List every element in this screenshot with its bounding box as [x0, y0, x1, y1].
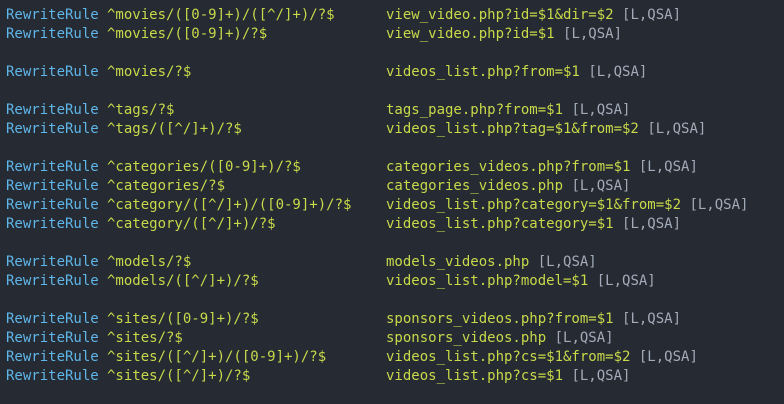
- directive-keyword: RewriteRule: [6, 121, 99, 137]
- rewrite-rule-line[interactable]: RewriteRule ^tags/?$ tags_page.php?from=$1…: [0, 101, 784, 120]
- directive-keyword: RewriteRule: [6, 368, 99, 384]
- rule-target-url: videos_list.php?cs=$1: [386, 368, 564, 384]
- rule-target-url: tags_page.php?from=$1: [386, 102, 564, 118]
- rule-target: categories_videos.php [L,QSA]: [386, 177, 630, 196]
- rule-flags: [L,QSA]: [571, 178, 631, 194]
- rule-pattern: ^categories/?$: [107, 178, 226, 194]
- directive-keyword: RewriteRule: [6, 273, 99, 289]
- rule-target: videos_list.php?cs=$1&from=$2 [L,QSA]: [386, 348, 698, 367]
- directive-keyword: RewriteRule: [6, 159, 99, 175]
- rule-target-url: sponsors_videos.php: [386, 330, 547, 346]
- rule-pattern: ^movies/([0-9]+)/([^/]+)/?$: [107, 7, 335, 23]
- rule-target-url: videos_list.php?category=$1&from=$2: [386, 197, 682, 213]
- rule-pattern: ^sites/([^/]+)/([0-9]+)/?$: [107, 349, 327, 365]
- rule-flags: [L,QSA]: [689, 197, 749, 213]
- directive-keyword: RewriteRule: [6, 26, 99, 42]
- blank-line[interactable]: [0, 139, 784, 158]
- rule-flags: [L,QSA]: [537, 254, 597, 270]
- rule-target: videos_list.php?tag=$1&from=$2 [L,QSA]: [386, 120, 706, 139]
- directive-keyword: RewriteRule: [6, 102, 99, 118]
- directive-keyword: RewriteRule: [6, 216, 99, 232]
- rule-flags: [L,QSA]: [622, 311, 682, 327]
- rewrite-rule-line[interactable]: RewriteRule ^sites/([^/]+)/([0-9]+)/?$ vid…: [0, 348, 784, 367]
- rule-pattern: ^sites/([0-9]+)/?$: [107, 311, 259, 327]
- rule-target-url: categories_videos.php?from=$1: [386, 159, 631, 175]
- rule-flags: [L,QSA]: [571, 102, 631, 118]
- rule-flags: [L,QSA]: [588, 64, 648, 80]
- rule-pattern: ^movies/([0-9]+)/?$: [107, 26, 268, 42]
- rule-target-url: view_video.php?id=$1: [386, 26, 555, 42]
- rule-pattern: ^models/?$: [107, 254, 192, 270]
- blank-line[interactable]: [0, 291, 784, 310]
- rule-flags: [L,QSA]: [638, 159, 698, 175]
- rule-target: view_video.php?id=$1 [L,QSA]: [386, 25, 622, 44]
- rule-target: models_videos.php [L,QSA]: [386, 253, 597, 272]
- directive-keyword: RewriteRule: [6, 197, 99, 213]
- rule-target-url: videos_list.php?from=$1: [386, 64, 580, 80]
- rule-flags: [L,QSA]: [622, 216, 682, 232]
- rule-target: videos_list.php?from=$1 [L,QSA]: [386, 63, 647, 82]
- rule-flags: [L,QSA]: [563, 26, 623, 42]
- code-editor[interactable]: RewriteRule ^movies/([0-9]+)/([^/]+)/?$ vi…: [0, 0, 784, 404]
- rewrite-rule-line[interactable]: RewriteRule ^categories/?$ categories_vide…: [0, 177, 784, 196]
- rewrite-rule-line[interactable]: RewriteRule ^sites/([^/]+)/?$ videos_list.…: [0, 367, 784, 386]
- rule-pattern: ^categories/([0-9]+)/?$: [107, 159, 301, 175]
- rule-pattern: ^category/([^/]+)/([0-9]+)/?$: [107, 197, 352, 213]
- rule-target: videos_list.php?model=$1 [L,QSA]: [386, 272, 656, 291]
- directive-keyword: RewriteRule: [6, 178, 99, 194]
- rule-target-url: videos_list.php?model=$1: [386, 273, 589, 289]
- blank-line[interactable]: [0, 234, 784, 253]
- directive-keyword: RewriteRule: [6, 311, 99, 327]
- rule-pattern: ^sites/?$: [107, 330, 183, 346]
- rule-target: videos_list.php?category=$1 [L,QSA]: [386, 215, 681, 234]
- rule-target: sponsors_videos.php [L,QSA]: [386, 329, 614, 348]
- directive-keyword: RewriteRule: [6, 254, 99, 270]
- rewrite-rule-line[interactable]: RewriteRule ^sites/?$ sponsors_videos.php …: [0, 329, 784, 348]
- directive-keyword: RewriteRule: [6, 7, 99, 23]
- rule-target: tags_page.php?from=$1 [L,QSA]: [386, 101, 630, 120]
- rule-target-url: categories_videos.php: [386, 178, 564, 194]
- rule-flags: [L,QSA]: [596, 273, 656, 289]
- rewrite-rule-line[interactable]: RewriteRule ^category/([^/]+)/([0-9]+)/?$…: [0, 196, 784, 215]
- rule-flags: [L,QSA]: [622, 7, 682, 23]
- rule-target-url: videos_list.php?cs=$1&from=$2: [386, 349, 631, 365]
- rule-target-url: videos_list.php?tag=$1&from=$2: [386, 121, 639, 137]
- rule-target-url: models_videos.php: [386, 254, 530, 270]
- rewrite-rule-line[interactable]: RewriteRule ^models/([^/]+)/?$ videos_list…: [0, 272, 784, 291]
- rule-target-url: view_video.php?id=$1&dir=$2: [386, 7, 614, 23]
- blank-line[interactable]: [0, 82, 784, 101]
- directive-keyword: RewriteRule: [6, 64, 99, 80]
- rule-flags: [L,QSA]: [571, 368, 631, 384]
- rewrite-rule-line[interactable]: RewriteRule ^movies/?$ videos_list.php?fro…: [0, 63, 784, 82]
- rewrite-rule-line[interactable]: RewriteRule ^categories/([0-9]+)/?$ catego…: [0, 158, 784, 177]
- rule-target-url: videos_list.php?category=$1: [386, 216, 614, 232]
- rewrite-rule-line[interactable]: RewriteRule ^category/([^/]+)/?$ videos_li…: [0, 215, 784, 234]
- rule-target: videos_list.php?cs=$1 [L,QSA]: [386, 367, 630, 386]
- rewrite-rule-line[interactable]: RewriteRule ^tags/([^/]+)/?$ videos_list.p…: [0, 120, 784, 139]
- rule-flags: [L,QSA]: [647, 121, 707, 137]
- rewrite-rule-line[interactable]: RewriteRule ^sites/([0-9]+)/?$ sponsors_vi…: [0, 310, 784, 329]
- rule-pattern: ^movies/?$: [107, 64, 192, 80]
- blank-line[interactable]: [0, 44, 784, 63]
- rule-pattern: ^tags/([^/]+)/?$: [107, 121, 242, 137]
- rule-flags: [L,QSA]: [554, 330, 614, 346]
- rule-target-url: sponsors_videos.php?from=$1: [386, 311, 614, 327]
- rule-pattern: ^category/([^/]+)/?$: [107, 216, 276, 232]
- rule-target: view_video.php?id=$1&dir=$2 [L,QSA]: [386, 6, 681, 25]
- rule-flags: [L,QSA]: [638, 349, 698, 365]
- rule-target: videos_list.php?category=$1&from=$2 [L,Q…: [386, 196, 748, 215]
- rewrite-rule-line[interactable]: RewriteRule ^movies/([0-9]+)/?$ view_video…: [0, 25, 784, 44]
- directive-keyword: RewriteRule: [6, 330, 99, 346]
- rule-pattern: ^models/([^/]+)/?$: [107, 273, 259, 289]
- directive-keyword: RewriteRule: [6, 349, 99, 365]
- rule-target: categories_videos.php?from=$1 [L,QSA]: [386, 158, 698, 177]
- rule-pattern: ^tags/?$: [107, 102, 175, 118]
- code-lines: RewriteRule ^movies/([0-9]+)/([^/]+)/?$ vi…: [0, 6, 784, 386]
- rewrite-rule-line[interactable]: RewriteRule ^models/?$ models_videos.php […: [0, 253, 784, 272]
- rule-pattern: ^sites/([^/]+)/?$: [107, 368, 251, 384]
- rewrite-rule-line[interactable]: RewriteRule ^movies/([0-9]+)/([^/]+)/?$ vi…: [0, 6, 784, 25]
- rule-target: sponsors_videos.php?from=$1 [L,QSA]: [386, 310, 681, 329]
